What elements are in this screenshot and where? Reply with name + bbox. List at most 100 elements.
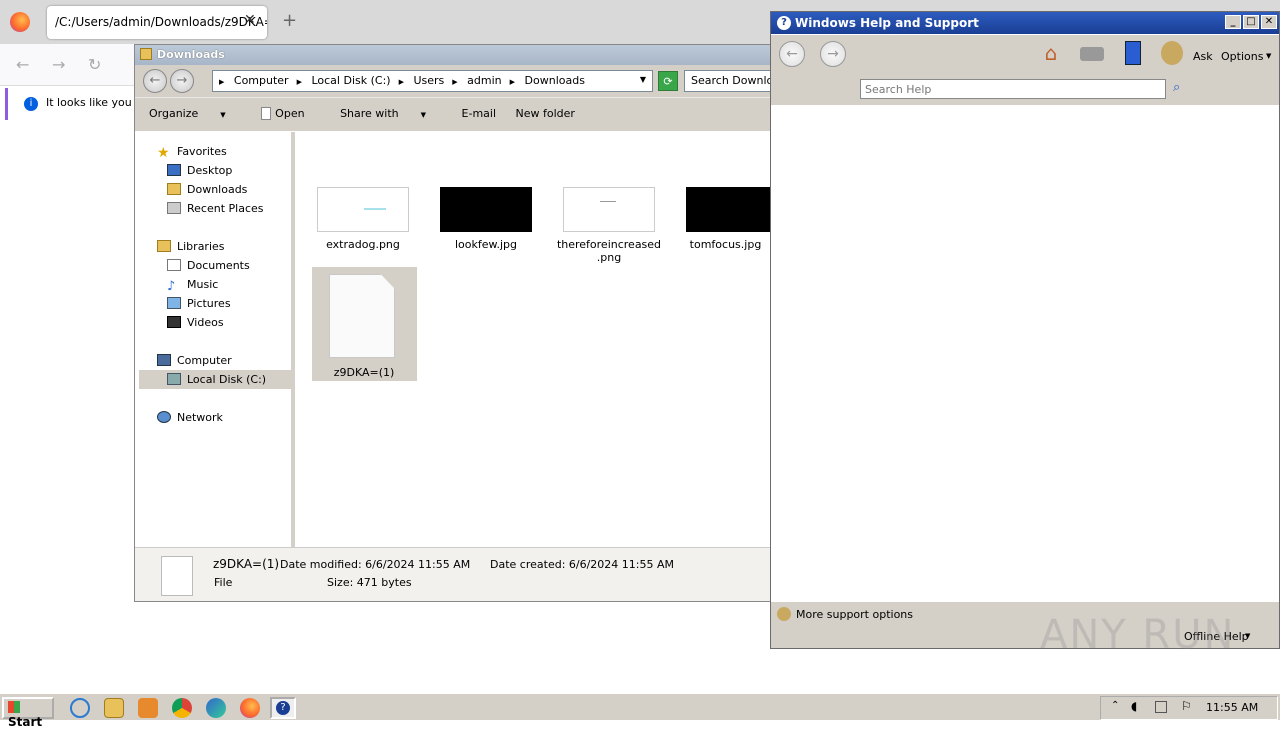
close-tab-icon[interactable]: ✕ — [244, 12, 256, 28]
more-support-link[interactable]: More support options — [796, 608, 913, 621]
taskbar: Start ? ⌃ ◖ ⚐ 11:55 AM — [0, 692, 1280, 729]
action-center-flag-icon[interactable]: ⚐ — [1181, 699, 1192, 713]
network-tray-icon[interactable] — [1155, 701, 1167, 713]
nav-videos[interactable]: Videos — [167, 313, 224, 332]
help-forward-button[interactable]: → — [820, 41, 846, 67]
nav-network[interactable]: Network — [157, 408, 223, 427]
help-back-button[interactable]: ← — [779, 41, 805, 67]
ask-icon[interactable] — [1161, 41, 1183, 65]
start-button[interactable]: Start — [2, 697, 54, 729]
breadcrumb-admin[interactable]: admin — [467, 74, 501, 87]
file-thumbnail[interactable] — [317, 187, 409, 232]
email-button[interactable]: E-mail — [462, 107, 497, 120]
share-with-label: Share with — [340, 107, 399, 120]
organize-button[interactable]: Organize ▼ — [149, 107, 242, 120]
chevron-down-icon[interactable]: ▼ — [1245, 632, 1250, 640]
back-icon[interactable]: ← — [16, 55, 29, 74]
forward-button[interactable]: → — [170, 69, 194, 93]
clock[interactable]: 11:55 AM — [1206, 701, 1258, 714]
edge-icon[interactable] — [206, 698, 226, 718]
address-bar[interactable]: ▶ Computer ▶ Local Disk (C:) ▶ Users ▶ admi… — [212, 70, 653, 92]
file-name[interactable]: z9DKA=(1) — [308, 366, 420, 379]
reload-icon[interactable]: ↻ — [88, 55, 101, 74]
firefox-icon — [10, 12, 30, 32]
chevron-down-icon[interactable]: ▼ — [640, 75, 646, 84]
help-taskbar-button[interactable]: ? — [270, 697, 296, 719]
breadcrumb-local-disk[interactable]: Local Disk (C:) — [311, 74, 390, 87]
page-icon — [261, 107, 272, 120]
firefox-taskbar-icon[interactable] — [240, 698, 260, 718]
browser-tab[interactable]: /C:/Users/admin/Downloads/z9DKA= — [47, 6, 267, 39]
search-icon[interactable]: ⌕ — [1173, 80, 1180, 95]
file-thumbnail[interactable] — [440, 187, 532, 232]
back-button[interactable]: ← — [143, 69, 167, 93]
nav-local-disk[interactable]: Local Disk (C:) — [139, 370, 295, 389]
details-date-created: Date created: 6/6/2024 11:55 AM — [490, 558, 675, 571]
volume-icon[interactable]: ◖ — [1131, 699, 1137, 713]
media-player-icon[interactable] — [138, 698, 158, 718]
nav-label: Desktop — [187, 164, 233, 177]
refresh-button[interactable]: ⟳ — [658, 71, 678, 91]
pictures-icon — [167, 297, 181, 309]
breadcrumb-downloads[interactable]: Downloads — [525, 74, 585, 87]
minimize-button[interactable]: _ — [1225, 15, 1241, 29]
nav-music[interactable]: ♪ Music — [167, 275, 218, 294]
drive-icon — [167, 373, 181, 385]
maximize-button[interactable]: □ — [1243, 15, 1259, 29]
file-name[interactable]: extradog.png — [307, 238, 419, 251]
forward-icon[interactable]: → — [52, 55, 65, 74]
nav-computer[interactable]: Computer — [157, 351, 232, 370]
chevron-right-icon[interactable]: ▶ — [399, 78, 404, 86]
windows-flag-icon — [8, 701, 20, 713]
file-name[interactable]: thereforeincreased .png — [553, 238, 665, 264]
chrome-icon[interactable] — [172, 698, 192, 718]
new-folder-button[interactable]: New folder — [516, 107, 575, 120]
options-button[interactable]: Options — [1221, 50, 1263, 63]
breadcrumb-users[interactable]: Users — [413, 74, 444, 87]
nav-recent-places[interactable]: Recent Places — [167, 199, 264, 218]
nav-label: Local Disk (C:) — [187, 373, 267, 386]
search-input[interactable]: Search Downloads — [684, 70, 775, 92]
home-icon[interactable]: ⌂ — [1039, 41, 1063, 65]
chevron-right-icon[interactable]: ▶ — [510, 78, 515, 86]
ask-button[interactable]: Ask — [1193, 50, 1213, 63]
nav-libraries[interactable]: Libraries — [157, 237, 225, 256]
nav-desktop[interactable]: Desktop — [167, 161, 232, 180]
file-list: extradog.png lookfew.jpg thereforeincrea… — [299, 132, 775, 547]
file-name[interactable]: lookfew.jpg — [430, 238, 542, 251]
chevron-down-icon: ▼ — [420, 111, 427, 119]
notice-text: It looks like you ha — [46, 96, 140, 109]
file-name-line: thereforeincreased — [556, 238, 662, 251]
chevron-down-icon[interactable]: ▼ — [1266, 52, 1271, 60]
details-date-modified: Date modified: 6/6/2024 11:55 AM — [280, 558, 471, 571]
print-icon[interactable] — [1080, 47, 1104, 61]
browse-help-icon[interactable] — [1125, 41, 1141, 65]
file-thumbnail[interactable] — [686, 187, 775, 232]
downloads-folder-icon — [167, 183, 181, 195]
chevron-right-icon[interactable]: ▶ — [452, 78, 457, 86]
open-label: Open — [275, 107, 305, 120]
new-tab-icon[interactable]: + — [282, 10, 297, 31]
help-titlebar[interactable]: ? Windows Help and Support _ □ ✕ — [771, 12, 1279, 34]
explorer-icon[interactable] — [104, 698, 124, 718]
generic-file-icon[interactable] — [329, 274, 395, 358]
nav-documents[interactable]: Documents — [167, 256, 250, 275]
videos-icon — [167, 316, 181, 328]
file-name[interactable]: tomfocus.jpg — [676, 238, 775, 251]
open-button[interactable]: Open — [261, 107, 320, 120]
nav-label: Libraries — [177, 240, 225, 253]
navigation-pane: ★ Favorites Desktop Downloads Recent Plac… — [135, 132, 295, 547]
chevron-up-icon[interactable]: ⌃ — [1111, 700, 1119, 711]
nav-downloads[interactable]: Downloads — [167, 180, 247, 199]
close-button[interactable]: ✕ — [1261, 15, 1277, 29]
nav-pictures[interactable]: Pictures — [167, 294, 231, 313]
share-with-button[interactable]: Share with ▼ — [340, 107, 442, 120]
ie-icon[interactable] — [70, 698, 90, 718]
chevron-right-icon[interactable]: ▶ — [297, 78, 302, 86]
documents-icon — [167, 259, 181, 271]
explorer-titlebar[interactable]: Downloads — [135, 45, 773, 65]
help-search-input[interactable]: Search Help — [860, 79, 1166, 99]
breadcrumb-computer[interactable]: Computer — [234, 74, 289, 87]
file-thumbnail[interactable] — [563, 187, 655, 232]
nav-favorites[interactable]: ★ Favorites — [157, 142, 227, 161]
